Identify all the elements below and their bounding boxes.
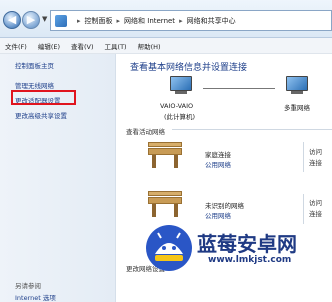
divider bbox=[303, 142, 304, 172]
breadcrumb-network-sharing-center[interactable]: 网络和共享中心 bbox=[187, 16, 236, 26]
menu-edit[interactable]: 编辑(E) bbox=[38, 41, 60, 51]
watermark-brand: 蓝莓安卓网 bbox=[197, 232, 297, 256]
this-pc-caption: (此计算机) bbox=[164, 113, 196, 121]
access-type-label: 访问 bbox=[309, 199, 322, 207]
menu-file[interactable]: 文件(F) bbox=[5, 41, 27, 51]
sidebar-item-advanced-sharing[interactable]: 更改高级共享设置 bbox=[15, 110, 67, 120]
watermark-url: www.lmkjst.com bbox=[208, 255, 292, 265]
network-link-line bbox=[203, 88, 275, 89]
page-title: 查看基本网络信息并设置连接 bbox=[130, 63, 248, 73]
forward-arrow-icon[interactable]: ▶ bbox=[22, 11, 40, 29]
chevron-right-icon: ▸ bbox=[179, 16, 183, 25]
address-field[interactable]: ▸ 控制面板 ▸ 网络和 Internet ▸ 网络和共享中心 bbox=[50, 10, 332, 31]
sidebar: 控制面板主页 管理无线网络 更改适配器设置 更改高级共享设置 另请参阅 Inte… bbox=[0, 54, 116, 302]
breadcrumb-network-internet[interactable]: 网络和 Internet bbox=[124, 16, 175, 26]
connections-label: 连接 bbox=[309, 210, 322, 218]
back-arrow-icon[interactable]: ◀ bbox=[3, 11, 21, 29]
divider bbox=[303, 194, 304, 224]
highlight-box bbox=[11, 90, 76, 105]
computer-icon bbox=[167, 76, 195, 96]
connection-type-link[interactable]: 公用网络 bbox=[205, 159, 231, 169]
control-panel-icon bbox=[55, 14, 67, 27]
menu-tools[interactable]: 工具(T) bbox=[105, 41, 127, 51]
connection-type-link[interactable]: 公用网络 bbox=[205, 210, 231, 220]
android-logo-icon bbox=[146, 225, 192, 271]
sidebar-item-manage-wireless[interactable]: 管理无线网络 bbox=[15, 80, 54, 90]
connections-label: 连接 bbox=[309, 159, 322, 167]
chevron-right-icon: ▸ bbox=[116, 16, 121, 25]
access-type-label: 访问 bbox=[309, 148, 322, 156]
connection-name: 未识别的网络 bbox=[205, 202, 244, 210]
sidebar-item-control-panel-home[interactable]: 控制面板主页 bbox=[15, 60, 54, 70]
connection-name: 家庭连接 bbox=[205, 151, 231, 159]
menu-help[interactable]: 帮助(H) bbox=[138, 41, 161, 51]
bench-network-icon bbox=[146, 142, 184, 170]
address-bar: ◀ ▶ ▼ ▸ 控制面板 ▸ 网络和 Internet ▸ 网络和共享中心 bbox=[0, 0, 332, 38]
breadcrumb-control-panel[interactable]: 控制面板 bbox=[85, 16, 113, 26]
network-label: 多重网络 bbox=[284, 104, 310, 112]
see-also-label: 另请参阅 bbox=[15, 282, 41, 290]
this-pc-name: VAIO-VAIO bbox=[160, 102, 194, 110]
chevron-right-icon: ▸ bbox=[77, 16, 81, 25]
menu-view[interactable]: 查看(V) bbox=[71, 41, 94, 51]
multiple-networks-icon bbox=[283, 76, 311, 96]
active-networks-heading: 查看活动网络 bbox=[126, 128, 165, 136]
bench-network-icon bbox=[146, 191, 184, 219]
menu-bar: 文件(F) 编辑(E) 查看(V) 工具(T) 帮助(H) bbox=[0, 38, 332, 54]
sidebar-item-internet-options[interactable]: Internet 选项 bbox=[15, 292, 56, 302]
history-dropdown-icon[interactable]: ▼ bbox=[42, 15, 47, 23]
divider bbox=[172, 129, 332, 130]
